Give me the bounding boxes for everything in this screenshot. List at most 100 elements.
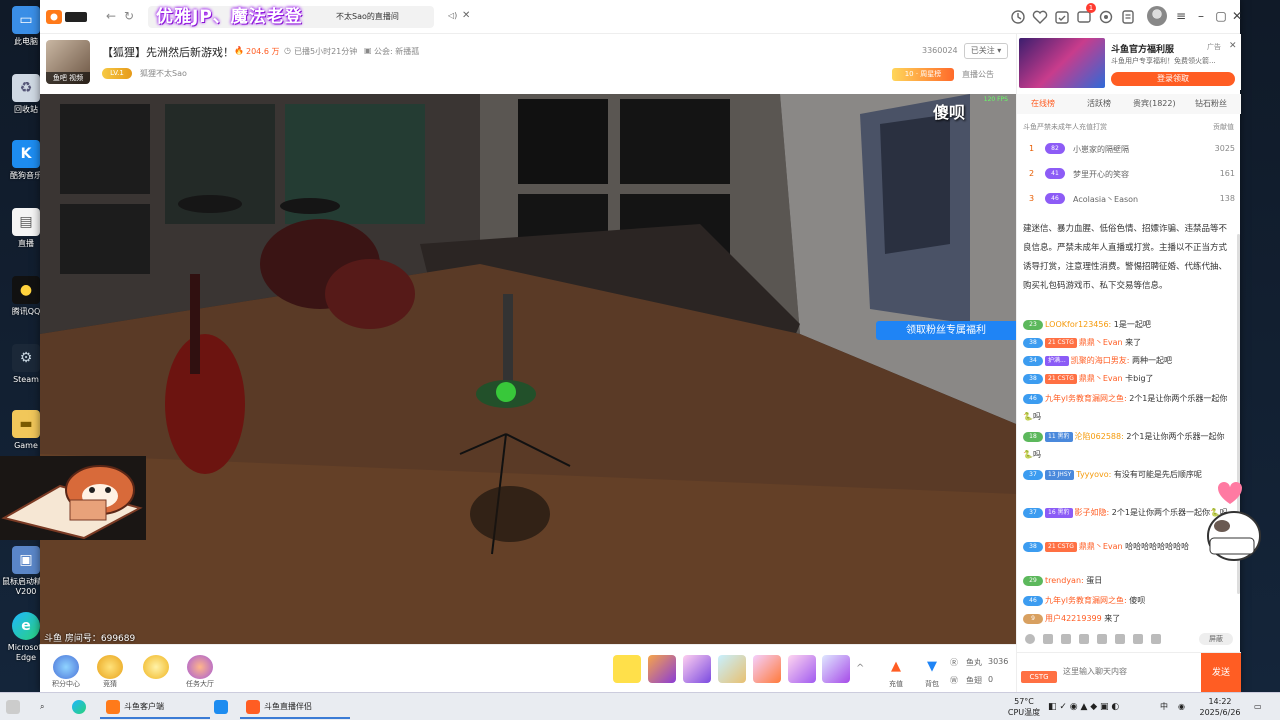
task-icon[interactable] <box>1054 9 1070 25</box>
horn-icon[interactable] <box>1043 634 1053 644</box>
history-icon[interactable] <box>1010 9 1026 25</box>
message-icon[interactable]: 1 <box>1076 3 1096 25</box>
taskbar-app-kugou[interactable] <box>214 695 232 719</box>
tab-close-icon[interactable]: ✕ <box>462 10 470 21</box>
chat-message[interactable]: 34 护满... 凯聚的海口男友: 两种一起吧 <box>1023 352 1229 370</box>
points-center-button[interactable]: 积分中心 <box>46 655 86 689</box>
more-icon[interactable] <box>1151 634 1161 644</box>
rank-row[interactable]: 3 46 Acolasia丶Eason 138 <box>1017 188 1241 210</box>
chat-user[interactable]: 九年yl务教育漏网之鱼: <box>1045 394 1127 403</box>
user-avatar[interactable] <box>1147 6 1167 26</box>
chat-message[interactable]: 18 11 黑豹 沦陷062588: 2个1是让你两个乐器一起你🐍吗 <box>1023 428 1229 464</box>
gift-item[interactable] <box>648 655 676 683</box>
ad-banner[interactable]: 斗鱼官方福利服 斗鱼用户专享福利！免费领火箭... 登录领取 广告 ✕ <box>1017 34 1241 90</box>
tab-vip[interactable]: 贵宾(1822) <box>1133 98 1176 109</box>
ad-close-icon[interactable]: ✕ <box>1229 41 1237 51</box>
gift-item[interactable] <box>718 655 746 683</box>
bottom-toolbar: 积分中心 竞猜 任务大厅 ^ ▲ 充值 ▼ 背包 Ⓡ 鱼丸 3036 Ⓦ 鱼翅 … <box>40 644 1016 692</box>
hide-toggle[interactable]: 屏蔽 <box>1199 633 1233 645</box>
minimize-icon[interactable]: – <box>1194 9 1208 23</box>
taskbar-edge[interactable] <box>72 695 90 719</box>
chat-user[interactable]: 鼎鼎丶Evan <box>1079 338 1123 347</box>
tab-online-rank[interactable]: 在线榜 <box>1031 98 1055 109</box>
streamer-avatar[interactable]: 鱼吧 视频 <box>46 40 90 84</box>
clock[interactable]: 14:22 2025/6/26 <box>1196 696 1244 718</box>
color-icon[interactable] <box>1115 634 1125 644</box>
chat-user[interactable]: LOOKfor123456: <box>1045 320 1111 329</box>
chat-input[interactable] <box>1063 659 1197 683</box>
chat-message[interactable]: 29 trendyan: 蛋日 <box>1023 572 1229 590</box>
task-hall-button[interactable]: 任务大厅 <box>180 655 220 689</box>
gift-item[interactable] <box>613 655 641 683</box>
chat-message[interactable]: 38 21 CSTG 鼎鼎丶Evan 卡big了 <box>1023 370 1229 388</box>
follow-button[interactable]: 已关注 ▾ <box>964 43 1008 59</box>
chat-message[interactable]: 23 LOOKfor123456: 1是一起吧 <box>1023 316 1229 334</box>
gift-item[interactable] <box>753 655 781 683</box>
chat-message[interactable]: 38 21 CSTG 鼎鼎丶Evan 哈哈哈哈哈哈哈哈 <box>1023 538 1229 556</box>
streamer-name[interactable]: 狐狸不太Sao <box>140 68 187 79</box>
announcement-link[interactable]: 直播公告 <box>962 69 994 80</box>
notification-icon[interactable]: ▭ <box>1254 695 1262 719</box>
heart-icon[interactable] <box>1032 9 1048 25</box>
chat-message[interactable]: 46 九年yl务教育漏网之鱼: 2个1是让你两个乐器一起你🐍吗 <box>1023 390 1229 426</box>
emoji-icon[interactable] <box>1025 634 1035 644</box>
chat-user[interactable]: 凯聚的海口男友: <box>1071 356 1130 365</box>
video-player[interactable]: 120 FPS 傻呗 领取粉丝专属福利 斗鱼 房间号：699689 <box>40 94 1016 644</box>
chat-user[interactable]: 沦陷062588: <box>1075 432 1124 441</box>
chat-user[interactable]: trendyan: <box>1045 576 1084 585</box>
chat-message[interactable]: 37 13 JHSY Tyyyovo: 有没有可能是先后顺序呢 <box>1023 466 1229 484</box>
chat-user[interactable]: 鼎鼎丶Evan <box>1079 374 1123 383</box>
clipboard-icon[interactable] <box>1120 9 1136 25</box>
chat-message[interactable]: 37 16 黑豹 影子如隐: 2个1是让你两个乐器一起你🐍吗 <box>1023 504 1229 522</box>
send-button[interactable]: 发送 <box>1201 653 1241 693</box>
backpack-button[interactable]: ▼ 背包 <box>912 655 952 689</box>
settings-icon[interactable] <box>1098 9 1114 25</box>
fans-icon[interactable] <box>1079 634 1089 644</box>
taskbar-app-douyu-assistant[interactable]: 斗鱼直播伴侣 <box>240 695 350 719</box>
refresh-icon[interactable]: ↻ <box>122 9 136 23</box>
crown-icon[interactable] <box>1061 634 1071 644</box>
egg-button[interactable] <box>136 655 176 679</box>
tray-app-icon[interactable]: ◉ <box>1178 695 1185 719</box>
search-icon[interactable]: ⌕ <box>40 695 44 719</box>
back-icon[interactable]: ← <box>104 9 118 23</box>
tab-active-rank[interactable]: 活跃榜 <box>1087 98 1111 109</box>
guild-name[interactable]: 公会: 新播孤 <box>374 46 419 57</box>
chat-input-area: CSTG 发送 <box>1017 652 1241 693</box>
chat-message[interactable]: 46 九年yl务教育漏网之鱼: 傻呗 <box>1023 592 1229 610</box>
maximize-icon[interactable]: ▢ <box>1214 9 1228 23</box>
ad-image[interactable] <box>1019 38 1105 88</box>
close-icon[interactable]: ✕ <box>1230 9 1244 23</box>
taskbar-app-douyu[interactable]: 斗鱼客户端 <box>100 695 210 719</box>
trophy-icon <box>97 655 123 679</box>
chat-message[interactable]: 38 21 CSTG 鼎鼎丶Evan 来了 <box>1023 334 1229 352</box>
chat-message[interactable]: 9 用户42219399 来了 <box>1023 610 1229 628</box>
gift-rank-badge[interactable]: 10 · 周星榜 <box>892 68 954 81</box>
quiz-button[interactable]: 竞猜 <box>90 655 130 689</box>
gift-item[interactable] <box>788 655 816 683</box>
recharge-button[interactable]: ▲ 充值 <box>876 655 916 689</box>
gift-item[interactable] <box>683 655 711 683</box>
chevron-up-icon[interactable]: ^ <box>856 663 864 674</box>
filter-icon[interactable] <box>1133 634 1143 644</box>
gift-item[interactable] <box>822 655 850 683</box>
ime-indicator[interactable]: 中 <box>1160 695 1168 719</box>
chat-user[interactable]: 影子如隐: <box>1075 508 1110 517</box>
chat-user[interactable]: Tyyyovo: <box>1076 470 1111 479</box>
avatar-tag[interactable]: 鱼吧 视频 <box>46 72 90 84</box>
tray-icons[interactable]: ◧ ✓ ◉ ▲ ◆ ▣ ◐ <box>1048 695 1119 719</box>
rank-row[interactable]: 1 82 小崽家的隔壁隔 3025 <box>1017 138 1241 160</box>
fish-balls-count: 3036 <box>988 657 1009 666</box>
chat-user[interactable]: 九年yl务教育漏网之鱼: <box>1045 596 1127 605</box>
ad-claim-button[interactable]: 登录领取 <box>1111 72 1235 86</box>
fan-benefit-button[interactable]: 领取粉丝专属福利 <box>876 321 1016 340</box>
danmu-icon[interactable] <box>1097 634 1107 644</box>
rank-row[interactable]: 2 41 梦里开心的笑容 161 <box>1017 163 1241 185</box>
tab-diamond-fans[interactable]: 钻石粉丝 <box>1195 98 1227 109</box>
menu-icon[interactable]: ≡ <box>1174 9 1188 23</box>
fan-badge-selector[interactable]: CSTG <box>1021 671 1057 683</box>
chat-user[interactable]: 鼎鼎丶Evan <box>1079 542 1123 551</box>
speaker-icon[interactable]: ◁) <box>448 11 457 20</box>
chat-user[interactable]: 用户42219399 <box>1045 614 1102 623</box>
cpu-temp[interactable]: 57°C CPU温度 <box>1004 696 1044 718</box>
